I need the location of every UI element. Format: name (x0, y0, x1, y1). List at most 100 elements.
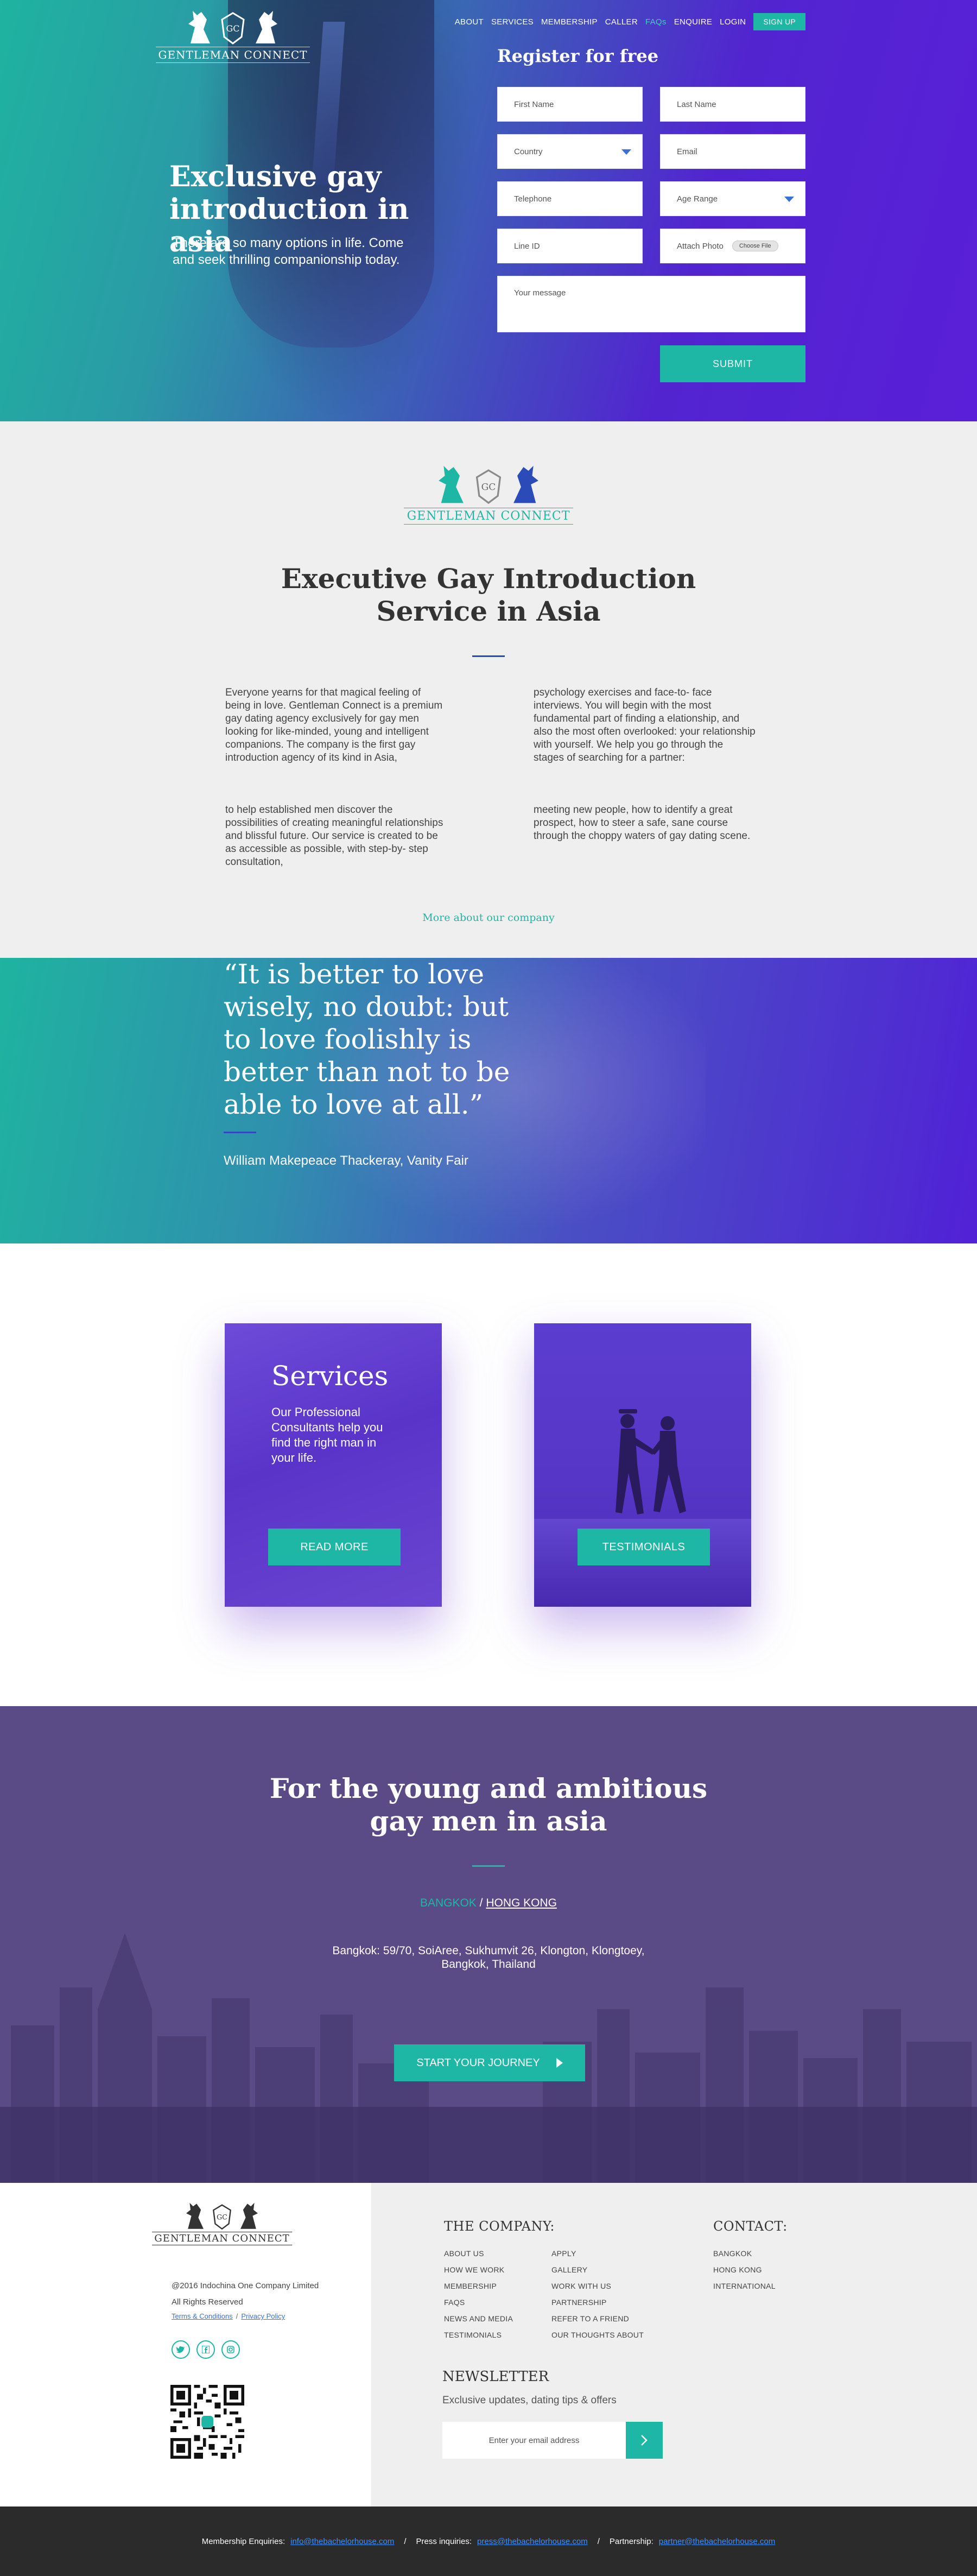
hero-subtitle: There are so many options in life. Come … (173, 236, 404, 267)
terms-link[interactable]: Terms & Conditions (172, 2312, 233, 2320)
divider (472, 655, 505, 657)
contact-link-international[interactable]: INTERNATIONAL (713, 2278, 776, 2294)
last-name-placeholder: Last Name (677, 99, 716, 109)
read-more-button[interactable]: READ MORE (268, 1529, 401, 1565)
start-journey-label: START YOUR JOURNEY (416, 2056, 540, 2069)
legal-separator: / (236, 2312, 238, 2320)
services-card-text: Our Professional Consultants help you fi… (271, 1405, 383, 1464)
contact-link-bangkok[interactable]: BANGKOK (713, 2245, 776, 2262)
office-address: Bangkok: 59/70, SoiAree, Sukhumvit 26, K… (332, 1944, 645, 1971)
message-placeholder: Your message (514, 288, 566, 298)
testimonials-button[interactable]: TESTIMONIALS (578, 1529, 710, 1565)
newsletter-subtitle: Exclusive updates, dating tips & offers (442, 2395, 617, 2406)
services-card-title: Services (271, 1360, 389, 1392)
newsletter-title: NEWSLETTER (442, 2369, 549, 2385)
nav-membership[interactable]: MEMBERSHIP (541, 17, 598, 27)
city-hong-kong-link[interactable]: HONG KONG (486, 1897, 557, 1909)
footer-link-gallery[interactable]: GALLERY (551, 2262, 644, 2278)
instagram-icon[interactable] (221, 2340, 240, 2359)
services-card: Services Our Professional Consultants he… (225, 1323, 442, 1607)
services-section: Services Our Professional Consultants he… (0, 1243, 977, 1706)
footer-link-work-with-us[interactable]: WORK WITH US (551, 2278, 644, 2294)
country-select[interactable]: Country (497, 134, 643, 169)
quote-text: “It is better to love wisely, no doubt: … (224, 958, 510, 1120)
couple-silhouette-icon (616, 1409, 686, 1514)
first-name-placeholder: First Name (514, 99, 554, 109)
line-id-field[interactable]: Line ID (497, 229, 643, 263)
footer-link-apply[interactable]: APPLY (551, 2245, 644, 2262)
newsletter-email-input[interactable]: Enter your email address (442, 2422, 626, 2459)
telephone-field[interactable]: Telephone (497, 181, 643, 216)
about-paragraph-2: psychology exercises and face-to- face i… (534, 687, 756, 763)
about-paragraph-3: to help established men discover the pos… (225, 804, 443, 868)
message-textarea[interactable]: Your message (497, 276, 805, 332)
footer-left: GC GENTLEMAN CONNECT @2016 Indochina One… (0, 2183, 371, 2506)
footer-link-faqs[interactable]: FAQS (444, 2294, 513, 2310)
nav-enquire[interactable]: ENQUIRE (674, 17, 712, 27)
choose-file-button[interactable]: Choose File (732, 241, 778, 251)
city-bangkok-link[interactable]: BANGKOK (420, 1897, 477, 1909)
nav-services[interactable]: SERVICES (491, 17, 534, 27)
contact-links: BANGKOK HONG KONG INTERNATIONAL (713, 2245, 776, 2294)
header-logo[interactable]: GC GENTLEMAN CONNECT (156, 8, 310, 63)
email-field[interactable]: Email (660, 134, 805, 169)
company-links-col1: ABOUT US HOW WE WORK MEMBERSHIP FAQS NEW… (444, 2245, 513, 2343)
nav-about[interactable]: ABOUT (455, 17, 484, 27)
chevron-down-icon (784, 197, 794, 202)
press-email-link[interactable]: press@thebachelorhouse.com (477, 2537, 588, 2546)
press-label: Press inquiries: (416, 2536, 472, 2546)
bar-separator: / (404, 2536, 407, 2546)
city-separator: / (476, 1897, 486, 1909)
bottom-contact-bar: Membership Enquiries: info@thebachelorho… (0, 2506, 977, 2576)
divider (472, 1865, 505, 1867)
country-placeholder: Country (514, 147, 543, 156)
company-column-title: THE COMPANY: (444, 2219, 555, 2234)
ambition-title: For the young and ambitious gay men in a… (269, 1772, 708, 1837)
partnership-email-link[interactable]: partner@thebachelorhouse.com (659, 2537, 776, 2546)
play-arrow-icon (556, 2058, 563, 2068)
more-about-link[interactable]: More about our company (326, 912, 651, 924)
footer-link-how-we-work[interactable]: HOW WE WORK (444, 2262, 513, 2278)
attach-photo-field: Attach Photo Choose File (660, 229, 805, 263)
footer-link-about-us[interactable]: ABOUT US (444, 2245, 513, 2262)
privacy-link[interactable]: Privacy Policy (241, 2312, 285, 2320)
footer-link-refer-a-friend[interactable]: REFER TO A FRIEND (551, 2310, 644, 2327)
contact-column-title: CONTACT: (713, 2219, 788, 2234)
start-journey-button[interactable]: START YOUR JOURNEY (394, 2044, 585, 2081)
submit-button[interactable]: SUBMIT (660, 345, 805, 382)
last-name-field[interactable]: Last Name (660, 87, 805, 122)
footer-link-our-thoughts[interactable]: OUR THOUGHTS ABOUT (551, 2327, 644, 2343)
line-id-placeholder: Line ID (514, 241, 540, 251)
ambition-section: For the young and ambitious gay men in a… (0, 1706, 977, 2183)
first-name-field[interactable]: First Name (497, 87, 643, 122)
contact-link-hong-kong[interactable]: HONG KONG (713, 2262, 776, 2278)
footer-link-membership[interactable]: MEMBERSHIP (444, 2278, 513, 2294)
footer-right: THE COMPANY: ABOUT US HOW WE WORK MEMBER… (371, 2183, 977, 2506)
main-nav: ABOUT SERVICES MEMBERSHIP CALLER FAQs EN… (455, 13, 805, 30)
footer-logo[interactable]: GC GENTLEMAN CONNECT (152, 2200, 292, 2245)
rights-text: All Rights Reserved (172, 2297, 243, 2307)
footer-link-news-and-media[interactable]: NEWS AND MEDIA (444, 2310, 513, 2327)
membership-label: Membership Enquiries: (201, 2536, 286, 2546)
age-range-select[interactable]: Age Range (660, 181, 805, 216)
hero-section: GC GENTLEMAN CONNECT ABOUT SERVICES MEMB… (0, 0, 977, 421)
qr-code (170, 2385, 244, 2459)
footer-link-partnership[interactable]: PARTNERSHIP (551, 2294, 644, 2310)
svg-text:GC: GC (226, 23, 239, 34)
about-section: GC GENTLEMAN CONNECT Executive Gay Intro… (0, 421, 977, 958)
nav-caller[interactable]: CALLER (605, 17, 638, 27)
about-logo: GC GENTLEMAN CONNECT (403, 462, 574, 525)
membership-email-link[interactable]: info@thebachelorhouse.com (290, 2537, 394, 2546)
nav-faqs[interactable]: FAQs (645, 17, 667, 27)
twitter-icon[interactable] (172, 2340, 190, 2359)
facebook-icon[interactable] (196, 2340, 215, 2359)
footer-link-testimonials[interactable]: TESTIMONIALS (444, 2327, 513, 2343)
quote-author: William Makepeace Thackeray, Vanity Fair (224, 1153, 468, 1168)
newsletter-submit-button[interactable] (626, 2422, 663, 2459)
about-title: Executive Gay Introduction Service in As… (281, 563, 696, 627)
attach-photo-label: Attach Photo (677, 241, 724, 251)
nav-login[interactable]: LOGIN (720, 17, 746, 27)
signup-button[interactable]: SIGN UP (753, 13, 805, 30)
newsletter-placeholder: Enter your email address (488, 2435, 580, 2445)
about-paragraph-4: meeting new people, how to identify a gr… (534, 804, 751, 842)
